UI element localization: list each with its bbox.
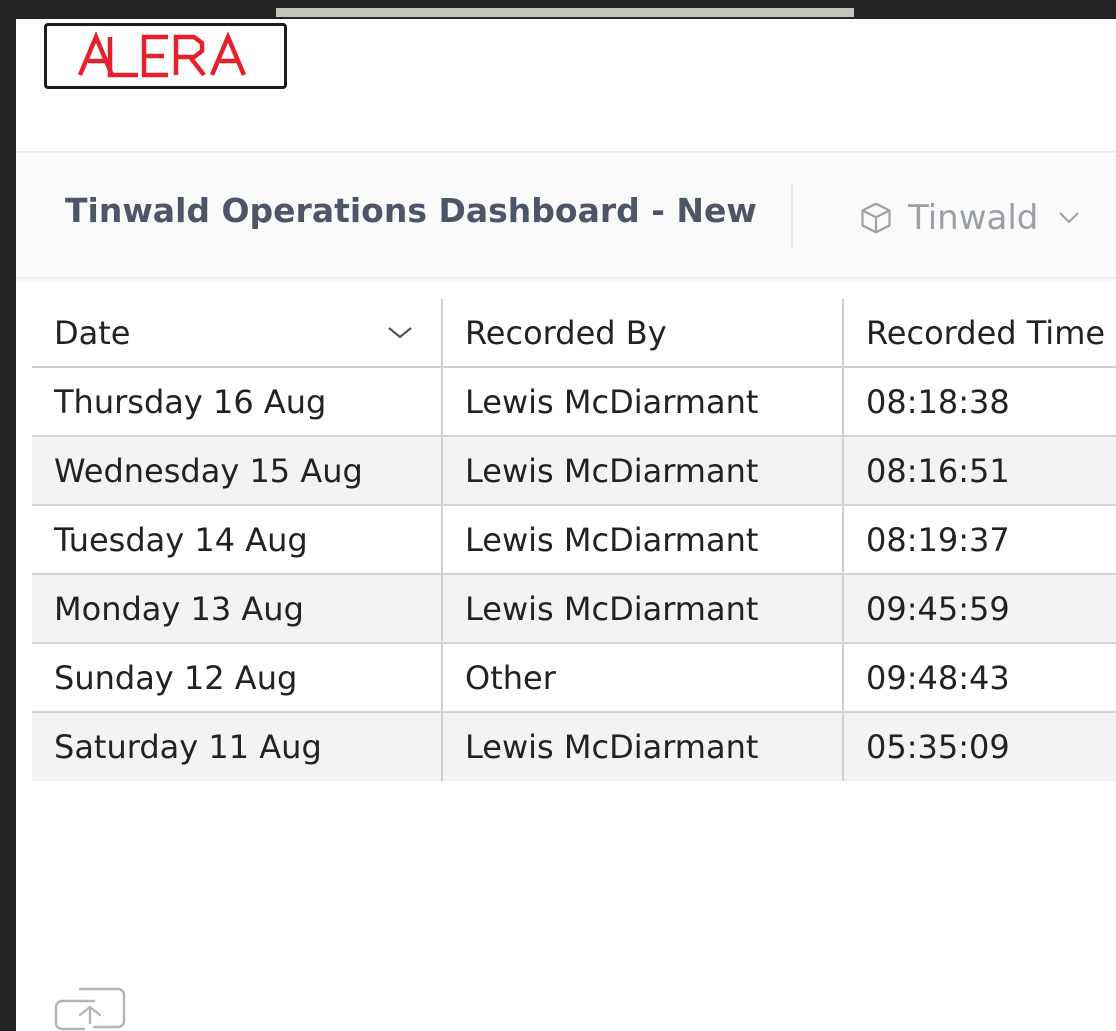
table-row[interactable]: Sunday 12 Aug Other 09:48:43	[32, 643, 1116, 713]
cell-date: Saturday 11 Aug	[32, 712, 442, 781]
dashboard-title: Tinwald Operations Dashboard - New	[65, 191, 757, 230]
cell-date: Thursday 16 Aug	[32, 367, 442, 437]
column-header-label: Recorded By	[465, 313, 667, 352]
column-header-label: Recorded Time	[866, 313, 1106, 352]
cell-recorded-time: 09:48:43	[842, 643, 1116, 713]
table-row[interactable]: Monday 13 Aug Lewis McDiarmant 09:45:59	[32, 574, 1116, 644]
alera-logo[interactable]	[44, 23, 287, 89]
cube-icon	[861, 202, 891, 234]
table-row[interactable]: Thursday 16 Aug Lewis McDiarmant 08:18:3…	[32, 367, 1116, 437]
records-table: Date Recorded By Recorded Time Thursday …	[32, 299, 1116, 781]
column-header-recorded-time[interactable]: Recorded Time	[842, 299, 1116, 368]
column-header-date[interactable]: Date	[32, 299, 442, 368]
table-header-row: Date Recorded By Recorded Time	[32, 299, 1116, 368]
cell-recorded-by: Lewis McDiarmant	[441, 574, 843, 644]
table-row[interactable]: Tuesday 14 Aug Lewis McDiarmant 08:19:37	[32, 505, 1116, 575]
alera-logo-mark	[77, 31, 246, 78]
cell-recorded-time: 08:18:38	[842, 367, 1116, 437]
cell-recorded-time: 08:16:51	[842, 436, 1116, 506]
cell-recorded-time: 09:45:59	[842, 574, 1116, 644]
cell-date: Tuesday 14 Aug	[32, 505, 442, 575]
cell-recorded-time: 05:35:09	[842, 712, 1116, 781]
site-selector-value: Tinwald	[908, 198, 1039, 238]
cell-date: Wednesday 15 Aug	[32, 436, 442, 506]
table-row[interactable]: Saturday 11 Aug Lewis McDiarmant 05:35:0…	[32, 712, 1116, 781]
top-scroll-strip	[276, 8, 854, 17]
toolbar-separator	[791, 183, 793, 249]
cell-date: Monday 13 Aug	[32, 574, 442, 644]
toolbar-shadow	[16, 277, 1116, 283]
table-row[interactable]: Wednesday 15 Aug Lewis McDiarmant 08:16:…	[32, 436, 1116, 506]
site-selector-dropdown[interactable]: Tinwald	[858, 195, 1080, 241]
cell-date: Sunday 12 Aug	[32, 643, 442, 713]
column-header-label: Date	[54, 313, 131, 352]
window-frame: Tinwald Operations Dashboard - New Tinwa…	[0, 0, 1116, 1031]
share-link-icon[interactable]	[50, 985, 130, 1031]
column-header-recorded-by[interactable]: Recorded By	[441, 299, 843, 368]
chevron-down-icon	[1059, 212, 1080, 224]
cell-recorded-by: Lewis McDiarmant	[441, 367, 843, 437]
chevron-down-icon[interactable]	[387, 326, 413, 340]
cell-recorded-by: Lewis McDiarmant	[441, 505, 843, 575]
cell-recorded-time: 08:19:37	[842, 505, 1116, 575]
cell-recorded-by: Lewis McDiarmant	[441, 712, 843, 781]
cell-recorded-by: Lewis McDiarmant	[441, 436, 843, 506]
cell-recorded-by: Other	[441, 643, 843, 713]
dashboard-page: Tinwald Operations Dashboard - New Tinwa…	[16, 19, 1116, 1031]
